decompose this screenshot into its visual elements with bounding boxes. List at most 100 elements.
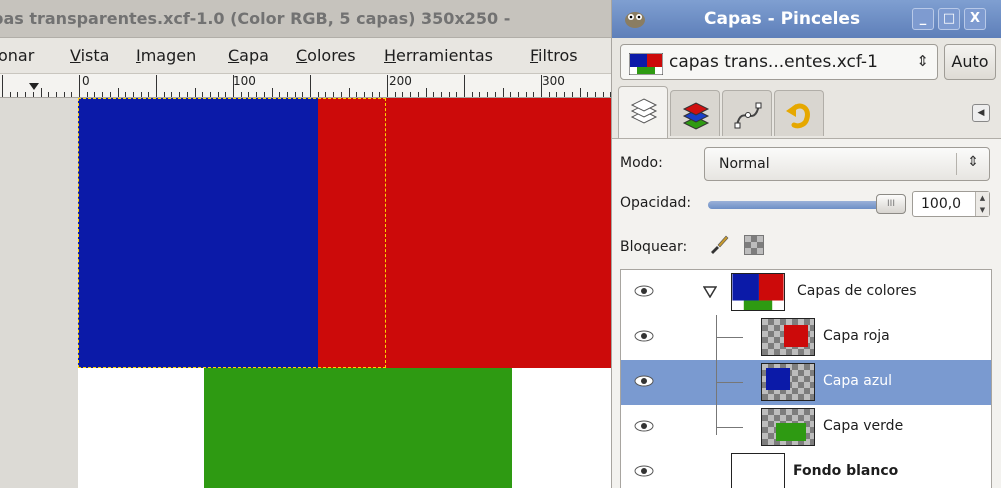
ruler-tick (387, 75, 388, 97)
menu-filtros[interactable]: Filtros (530, 46, 578, 65)
eye-visibility-icon[interactable] (633, 284, 655, 298)
mode-combo[interactable]: Normal ⇕ (704, 147, 990, 181)
ruler-tick (479, 92, 481, 97)
spin-arrows-icon: ⇕ (967, 154, 979, 170)
layer-list[interactable]: Capas de colores Capa roja Capa azul Cap… (620, 269, 992, 488)
ruler-tick (402, 92, 404, 97)
ruler-tick (217, 92, 219, 97)
ruler-tick (194, 88, 196, 97)
image-thumbnail-icon (629, 53, 663, 75)
ruler-tick (371, 92, 373, 97)
tab-paths[interactable] (722, 90, 772, 136)
ruler-tick (340, 92, 342, 97)
lock-alpha-checker-icon[interactable] (744, 235, 764, 255)
ruler-tick (179, 92, 181, 97)
layer-row-capa-verde[interactable]: Capa verde (621, 405, 991, 450)
ruler-label-300: 300 (542, 74, 565, 88)
menu-mnemonic: V (70, 46, 81, 65)
menu-label: onar (0, 46, 35, 65)
menu-capa[interactable]: Capa (228, 46, 269, 65)
ruler-tick (102, 92, 104, 97)
ruler-tick (171, 92, 173, 97)
ruler-tick (571, 92, 573, 97)
menu-herramientas[interactable]: Herramientas (384, 46, 493, 65)
ruler-tick (433, 92, 435, 97)
ruler-tick (140, 92, 142, 97)
ruler-tick (71, 92, 73, 97)
thumb-green-block (776, 423, 806, 441)
menu-seleccionar[interactable]: onar (0, 46, 34, 65)
maximize-button[interactable]: □ (938, 8, 960, 30)
layer-row-capa-roja[interactable]: Capa roja (621, 315, 991, 360)
green-layer-area (204, 368, 512, 488)
menu-mnemonic: F (530, 46, 539, 65)
tab-undo-history[interactable] (774, 90, 824, 136)
minimize-button[interactable]: _ (912, 8, 934, 30)
ruler-tick (317, 92, 319, 97)
menu-mnemonic: C (228, 46, 240, 65)
image-selector-combo[interactable]: capas trans...entes.xcf-1 ⇕ (620, 44, 938, 80)
opacity-slider-fill (708, 201, 900, 209)
ruler-tick (163, 92, 165, 97)
ruler-tick (556, 92, 558, 97)
menu-mnemonic: C (296, 46, 308, 65)
ruler-tick (79, 75, 80, 97)
ruler-tick (487, 92, 489, 97)
eye-visibility-icon[interactable] (633, 464, 655, 478)
menu-label: erramientas (396, 46, 493, 65)
ruler-label-200: 200 (389, 74, 412, 88)
ruler-tick (148, 92, 150, 97)
tab-layers[interactable] (618, 86, 668, 138)
tab-channels[interactable] (670, 90, 720, 136)
layer-row-fondo-blanco[interactable]: Fondo blanco (621, 450, 991, 488)
menu-label: apa (239, 46, 269, 65)
ruler-tick (279, 92, 281, 97)
ruler-tick (132, 92, 134, 97)
close-button[interactable]: X (964, 8, 986, 30)
ruler-tick (9, 92, 11, 97)
lock-label: Bloquear: (620, 239, 688, 255)
expander-triangle-icon[interactable] (703, 286, 717, 298)
ruler-tick (417, 92, 419, 97)
menubar: onar Vista Imagen Capa Colores Herramien… (0, 38, 611, 74)
ruler-tick (202, 92, 204, 97)
eye-visibility-icon[interactable] (633, 329, 655, 343)
ruler-tick (548, 92, 550, 97)
opacity-slider-handle[interactable]: III (876, 194, 906, 214)
layer-row-capa-azul[interactable]: Capa azul (621, 360, 991, 405)
menu-imagen[interactable]: Imagen (136, 46, 196, 65)
opacity-value: 100,0 (921, 196, 962, 212)
tree-line (716, 360, 717, 405)
ruler-label-0: 0 (82, 74, 90, 88)
auto-button[interactable]: Auto (944, 44, 996, 80)
ruler-tick (294, 92, 296, 97)
spin-arrows-icon[interactable]: ▲ ▼ (975, 192, 989, 216)
white-background-area-right (512, 368, 611, 488)
ruler-menu-arrow-icon[interactable] (29, 83, 39, 90)
ruler-tick (448, 92, 450, 97)
opacity-spinbox[interactable]: 100,0 ▲ ▼ (912, 191, 990, 217)
image-window: pas transparentes.xcf-1.0 (Color RGB, 5 … (0, 0, 611, 488)
eye-visibility-icon[interactable] (633, 419, 655, 433)
ruler-tick (363, 92, 365, 97)
menu-label: ista (80, 46, 110, 65)
tab-menu-icon[interactable]: ◀ (972, 104, 990, 122)
image-canvas[interactable] (0, 98, 611, 488)
ruler-tick (602, 92, 604, 97)
ruler-tick (587, 92, 589, 97)
ruler-tick (32, 92, 34, 97)
menu-colores[interactable]: Colores (296, 46, 356, 65)
thumb-red-block (784, 325, 808, 347)
horizontal-ruler[interactable]: 0 100 200 300 (0, 74, 611, 98)
menu-label: magen (140, 46, 197, 65)
ruler-tick (517, 92, 519, 97)
ruler-tick (256, 92, 258, 97)
ruler-tick (125, 92, 127, 97)
layer-row-capas-de-colores[interactable]: Capas de colores (621, 270, 991, 315)
eye-visibility-icon[interactable] (633, 374, 655, 388)
lock-pixels-brush-icon[interactable] (708, 233, 730, 255)
ruler-tick (333, 92, 335, 97)
dock-tabbar: ◀ (612, 86, 1001, 138)
menu-vista[interactable]: Vista (70, 46, 109, 65)
layers-icon (630, 98, 658, 124)
